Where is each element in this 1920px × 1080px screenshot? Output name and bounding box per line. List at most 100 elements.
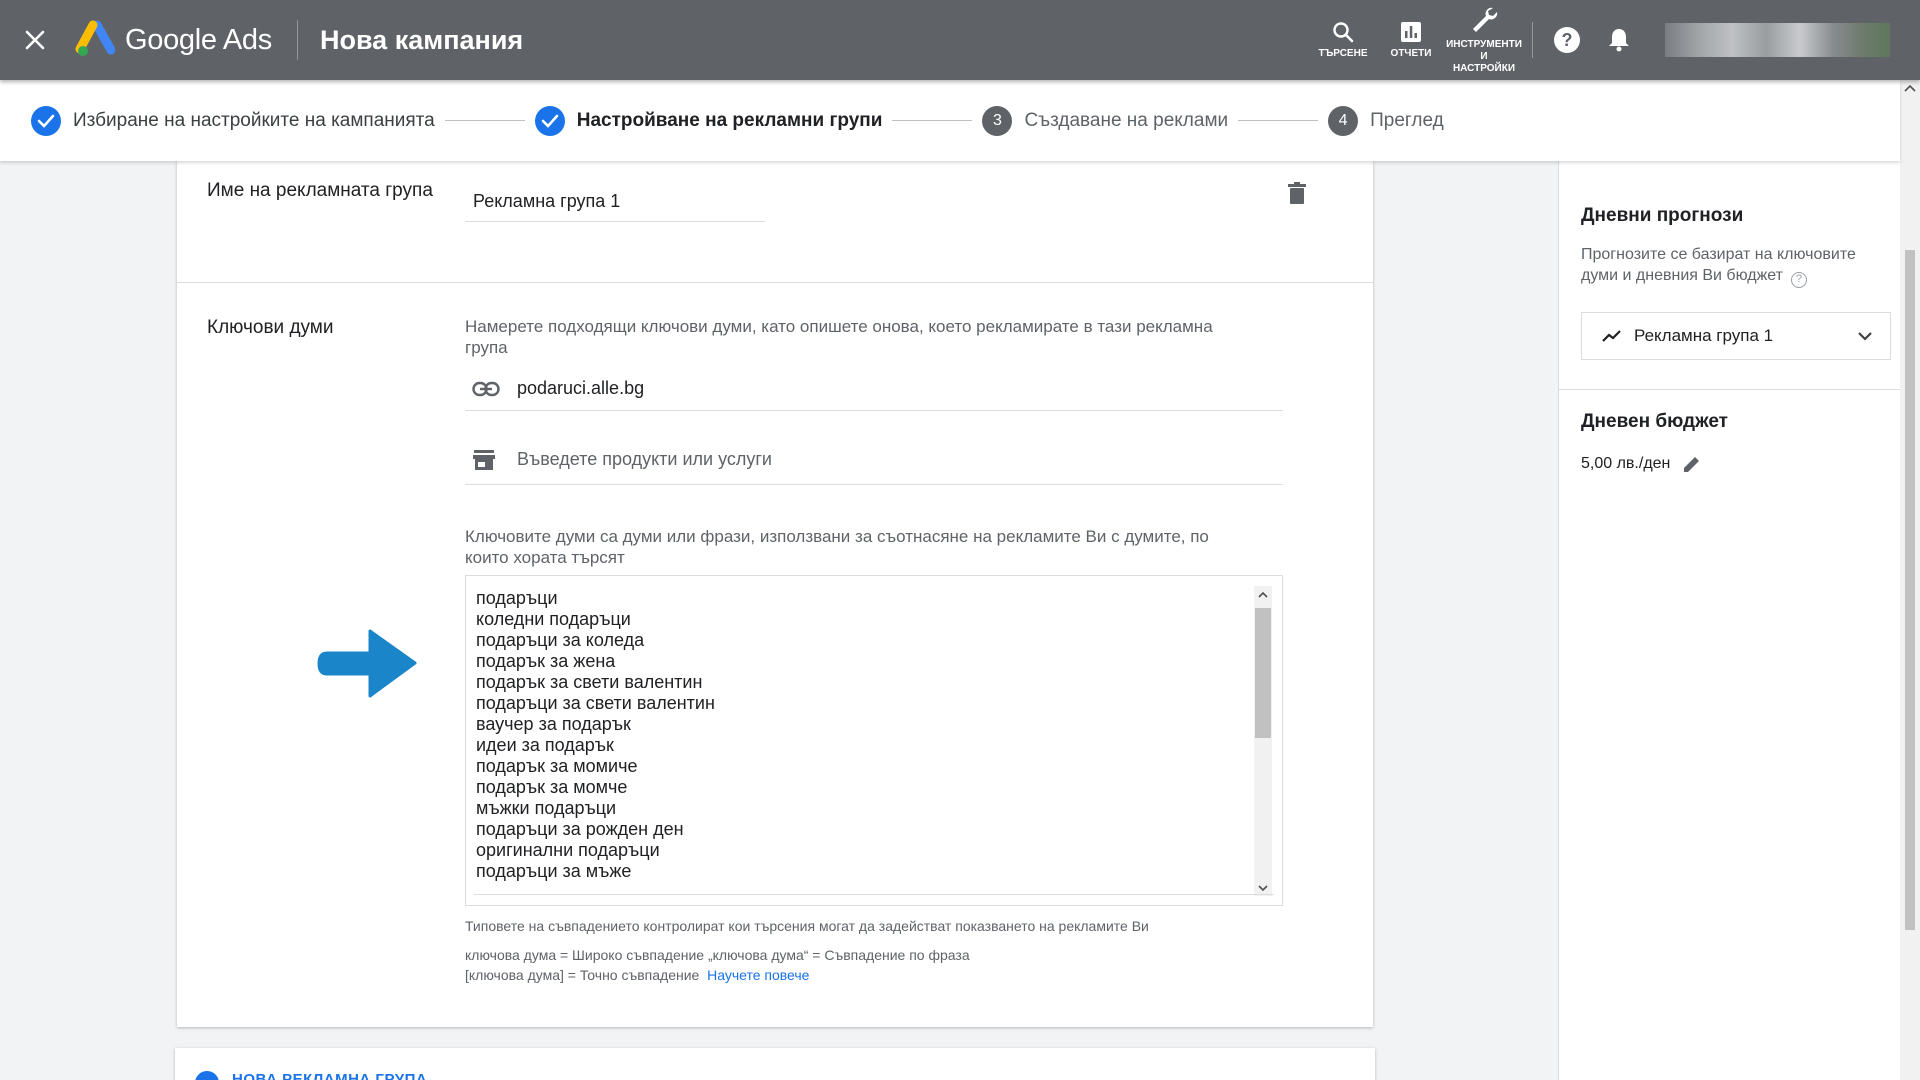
search-button[interactable]: ТЪРСЕНЕ xyxy=(1308,0,1378,80)
wrench-icon xyxy=(1473,7,1498,32)
top-app-bar: Google Ads Нова кампания ТЪРСЕНЕ ОТЧЕТИ … xyxy=(0,0,1920,80)
account-avatar[interactable] xyxy=(1665,23,1890,57)
bell-icon xyxy=(1609,29,1629,52)
ad-group-selector[interactable]: Рекламна група 1 xyxy=(1581,312,1891,360)
step-review[interactable]: 4 Преглед xyxy=(1328,105,1444,136)
step-label: Създаване на реклами xyxy=(1024,109,1229,131)
products-services-input[interactable]: Въведете продукти или услуги xyxy=(465,435,1283,485)
brand-name: Google Ads xyxy=(125,23,272,56)
add-icon xyxy=(195,1071,219,1080)
step-connector xyxy=(1238,120,1319,121)
tools-label: ИНСТРУМЕНТИ И НАСТРОЙКИ xyxy=(1446,39,1522,75)
svg-text:?: ? xyxy=(1562,30,1573,50)
learn-more-link[interactable]: Научете повече xyxy=(707,967,809,983)
header-divider xyxy=(296,20,298,60)
chevron-down-icon xyxy=(1858,332,1872,341)
panel-divider xyxy=(1559,389,1900,390)
textarea-underline xyxy=(474,894,1274,895)
step-number: 4 xyxy=(1328,105,1359,136)
ad-group-name-section: Име на рекламната група Рекламна група 1 xyxy=(177,161,1373,283)
reports-button[interactable]: ОТЧЕТИ xyxy=(1378,0,1444,80)
url-value: podaruci.alle.bg xyxy=(517,378,645,398)
keywords-textarea[interactable]: подаръци коледни подаръци подаръци за ко… xyxy=(465,575,1283,906)
keyword-list-hint-line2: които хората търсят xyxy=(465,548,625,567)
keywords-scrollbar[interactable] xyxy=(1254,586,1272,896)
search-icon xyxy=(1333,22,1354,43)
help-button[interactable]: ? xyxy=(1541,0,1593,80)
reports-label: ОТЧЕТИ xyxy=(1390,48,1432,59)
keywords-label: Ключови думи xyxy=(207,317,334,338)
step-number: 3 xyxy=(982,105,1013,136)
forecast-subtitle-text: Прогнозите се базират на ключовите думи … xyxy=(1581,246,1856,284)
help-circle-icon[interactable]: ? xyxy=(1790,272,1807,288)
link-icon xyxy=(472,381,500,397)
page-scroll-up-icon[interactable] xyxy=(1904,84,1916,92)
actions-divider xyxy=(1532,22,1533,58)
scrollbar-thumb[interactable] xyxy=(1255,608,1271,738)
step-label: Избиране на настройките на кампанията xyxy=(73,109,435,131)
ad-group-card: Име на рекламната група Рекламна група 1… xyxy=(177,161,1373,1027)
keyword-item: подарък за жена xyxy=(476,651,616,671)
step-campaign-settings[interactable]: Избиране на настройките на кампанията xyxy=(31,105,435,136)
campaign-stepper: Избиране на настройките на кампанията На… xyxy=(0,80,1900,161)
keyword-list-hint: Ключовите думи са думи или фрази, използ… xyxy=(465,526,1265,568)
step-connector xyxy=(892,120,973,121)
match-legend-line1: ключова дума = Широко съвпадение „ключов… xyxy=(465,947,970,963)
reports-icon xyxy=(1401,22,1421,42)
keyword-item: подаръци за рожден ден xyxy=(476,819,684,839)
products-placeholder: Въведете продукти или услуги xyxy=(517,449,772,469)
tools-settings-button[interactable]: ИНСТРУМЕНТИ И НАСТРОЙКИ xyxy=(1444,0,1524,80)
scroll-up-icon[interactable] xyxy=(1254,586,1272,602)
arrow-pointer-icon xyxy=(317,629,417,698)
help-icon: ? xyxy=(1554,27,1580,53)
budget-title: Дневен бюджет xyxy=(1581,411,1728,432)
delete-icon[interactable] xyxy=(1285,181,1309,205)
keyword-item: ваучер за подарък xyxy=(476,714,631,734)
store-icon xyxy=(472,449,500,471)
notifications-button[interactable] xyxy=(1593,0,1645,80)
ad-group-name-input[interactable]: Рекламна група 1 xyxy=(465,186,765,222)
tools-label-line1: ИНСТРУМЕНТИ xyxy=(1446,39,1522,50)
tools-label-line2: И xyxy=(1480,51,1488,62)
new-ad-group-button[interactable]: НОВА РЕКЛАМНА ГРУПА xyxy=(175,1048,1375,1080)
check-icon xyxy=(31,105,61,136)
google-ads-logo-icon xyxy=(75,20,116,60)
check-icon xyxy=(534,105,565,136)
search-label: ТЪРСЕНЕ xyxy=(1318,48,1368,59)
keyword-item: подарък за свети валентин xyxy=(476,672,703,692)
top-actions: ТЪРСЕНЕ ОТЧЕТИ ИНСТРУМЕНТИ И НАСТРОЙКИ ? xyxy=(1308,0,1920,80)
edit-pencil-icon[interactable] xyxy=(1682,454,1702,474)
keywords-hint: Намерете подходящи ключови думи, като оп… xyxy=(465,316,1265,358)
match-types-note: Типовете на съвпадението контролират кои… xyxy=(465,918,1149,934)
keyword-item: оригинални подаръци xyxy=(476,840,660,860)
close-icon[interactable] xyxy=(15,20,55,60)
landing-page-url-field[interactable]: podaruci.alle.bg xyxy=(465,367,1283,411)
keyword-item: подарък за момиче xyxy=(476,756,638,776)
forecast-panel: Дневни прогнози Прогнозите се базират на… xyxy=(1558,161,1900,1080)
budget-row: 5,00 лв./ден xyxy=(1581,454,1702,474)
new-ad-group-label: НОВА РЕКЛАМНА ГРУПА xyxy=(232,1071,428,1080)
ad-group-name-label: Име на рекламната група xyxy=(207,180,433,201)
keyword-item: подаръци xyxy=(476,588,558,608)
forecast-subtitle: Прогнозите се базират на ключовите думи … xyxy=(1581,244,1881,288)
match-legend-line2: [ключова дума] = Точно съвпадение Научет… xyxy=(465,965,970,985)
page-scrollbar[interactable] xyxy=(1900,80,1920,1080)
page-scrollbar-thumb[interactable] xyxy=(1905,250,1915,930)
step-create-ads[interactable]: 3 Създаване на реклами xyxy=(982,105,1229,136)
keywords-hint-line2: група xyxy=(465,338,508,357)
keyword-item: подарък за момче xyxy=(476,777,628,797)
trend-icon xyxy=(1602,330,1621,342)
step-connector xyxy=(444,120,525,121)
selected-ad-group: Рекламна група 1 xyxy=(1634,326,1774,345)
forecast-title: Дневни прогнози xyxy=(1581,205,1744,226)
budget-value: 5,00 лв./ден xyxy=(1581,455,1671,472)
page-title: Нова кампания xyxy=(319,24,524,55)
keyword-item: мъжки подаръци xyxy=(476,798,617,818)
keyword-item: коледни подаръци xyxy=(476,609,631,629)
keywords-hint-line1: Намерете подходящи ключови думи, като оп… xyxy=(465,317,1213,336)
step-ad-groups[interactable]: Настройване на рекламни групи xyxy=(534,105,882,136)
keyword-list-hint-line1: Ключовите думи са думи или фрази, използ… xyxy=(465,527,1209,546)
match-types-legend: ключова дума = Широко съвпадение „ключов… xyxy=(465,945,970,985)
keyword-item: подаръци за свети валентин xyxy=(476,693,715,713)
keyword-item: подаръци за коледа xyxy=(476,630,645,650)
